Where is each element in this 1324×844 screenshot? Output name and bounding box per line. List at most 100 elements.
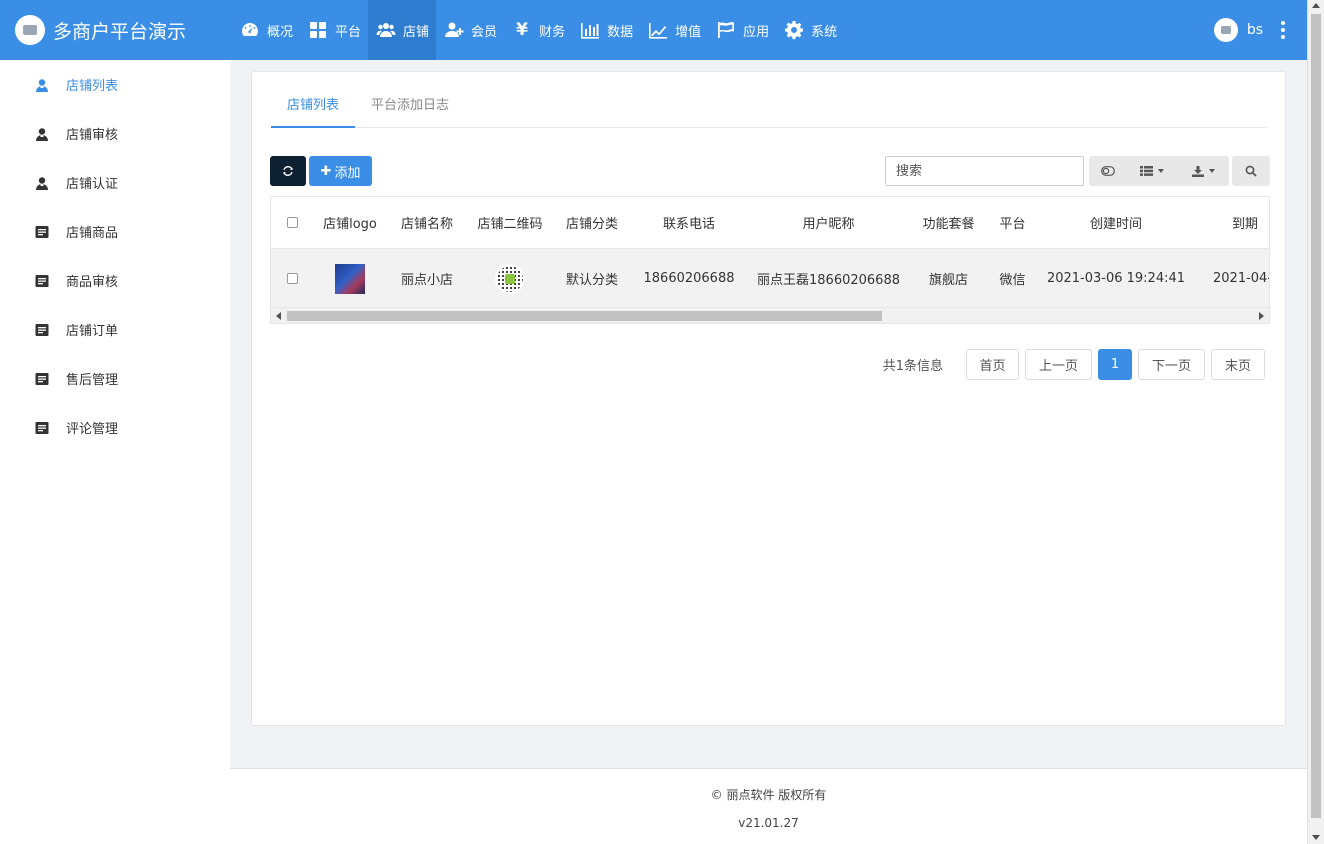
table-row[interactable]: 丽点小店 默认分类 18660206688 丽点王磊18660206688 旗舰… <box>271 249 1269 308</box>
nickname-cell: 丽点王磊18660206688 <box>757 273 900 288</box>
table-tools-group <box>1089 156 1229 186</box>
user-name[interactable]: bs <box>1247 22 1263 38</box>
user-icon <box>35 176 49 190</box>
phone-cell: 18660206688 <box>643 271 735 286</box>
column-header[interactable]: 店铺二维码 <box>467 197 553 248</box>
top-navbar: 多商户平台演示 概况 平台 店铺 会员 ¥ 财务 数据 增值 应用 系统 bs <box>0 0 1307 60</box>
nav-label: 应用 <box>743 24 770 40</box>
column-header[interactable]: 联系电话 <box>631 197 747 248</box>
nav-label: 增值 <box>675 24 702 40</box>
brand[interactable]: 多商户平台演示 <box>0 0 230 60</box>
prev-page-button[interactable]: 上一页 <box>1025 349 1092 380</box>
sidebar-item-after-sales[interactable]: 售后管理 <box>0 354 230 403</box>
column-header[interactable]: 创建时间 <box>1038 197 1194 248</box>
table-toolbar: ✚ 添加 <box>270 156 1270 186</box>
list-doc-icon <box>35 323 49 337</box>
scrollbar-thumb[interactable] <box>287 311 882 321</box>
scroll-down-icon[interactable] <box>1312 835 1320 840</box>
list-doc-icon <box>35 225 49 239</box>
shop-qrcode-cell <box>467 249 553 308</box>
brand-title: 多商户平台演示 <box>53 20 187 43</box>
sidebar-item-label: 店铺审核 <box>66 128 119 143</box>
nav-label: 财务 <box>539 24 566 40</box>
sidebar: 店铺列表 店铺审核 店铺认证 店铺商品 商品审核 店铺订单 售后管理 评论管理 <box>0 60 230 844</box>
brand-logo <box>15 15 45 45</box>
nav-item-overview[interactable]: 概况 <box>232 0 300 60</box>
line-chart-icon <box>648 20 668 40</box>
scrollbar-thumb[interactable] <box>1311 14 1321 818</box>
horizontal-scrollbar[interactable] <box>271 307 1269 323</box>
sidebar-item-shop-orders[interactable]: 店铺订单 <box>0 305 230 354</box>
sidebar-item-label: 售后管理 <box>66 373 119 388</box>
export-dropdown-button[interactable] <box>1177 156 1229 186</box>
nav-item-apps[interactable]: 应用 <box>708 0 776 60</box>
column-header[interactable]: 店铺logo <box>313 197 387 248</box>
add-button[interactable]: ✚ 添加 <box>309 156 372 186</box>
scroll-right-icon[interactable] <box>1259 312 1264 320</box>
select-all-checkbox[interactable] <box>286 217 298 228</box>
nav-label: 平台 <box>335 24 362 40</box>
toggle-icon <box>1101 166 1115 176</box>
plus-icon: ✚ <box>320 163 332 179</box>
user-menu[interactable]: bs <box>1213 0 1285 60</box>
sidebar-item-shop-goods[interactable]: 店铺商品 <box>0 207 230 256</box>
nav-item-finance[interactable]: ¥ 财务 <box>504 0 572 60</box>
column-header[interactable]: 平台 <box>987 197 1038 248</box>
list-icon <box>1140 166 1153 176</box>
column-header[interactable]: 店铺名称 <box>387 197 467 248</box>
columns-dropdown-button[interactable] <box>1127 156 1177 186</box>
first-page-button[interactable]: 首页 <box>966 349 1019 380</box>
sidebar-item-label: 商品审核 <box>66 275 119 290</box>
nav-item-data[interactable]: 数据 <box>572 0 640 60</box>
column-header[interactable]: 功能套餐 <box>910 197 987 248</box>
total-count: 共1条信息 <box>882 359 943 374</box>
nav-label: 会员 <box>471 24 498 40</box>
main-nav: 概况 平台 店铺 会员 ¥ 财务 数据 增值 应用 系统 <box>232 0 844 60</box>
column-header[interactable]: 店铺分类 <box>553 197 631 248</box>
sidebar-item-shop-review[interactable]: 店铺审核 <box>0 109 230 158</box>
column-header[interactable]: 到期 <box>1194 197 1269 248</box>
package-cell: 旗舰店 <box>928 273 968 288</box>
vertical-scrollbar[interactable] <box>1307 0 1324 844</box>
nav-item-shop[interactable]: 店铺 <box>368 0 437 60</box>
qrcode-image[interactable] <box>495 263 525 294</box>
scroll-left-icon[interactable] <box>276 312 281 320</box>
nav-item-platform[interactable]: 平台 <box>300 0 368 60</box>
scroll-up-icon[interactable] <box>1312 3 1320 8</box>
toggle-view-button[interactable] <box>1089 156 1127 186</box>
grid-icon <box>308 20 328 40</box>
shop-logo-image[interactable] <box>335 263 365 294</box>
search-button[interactable] <box>1232 156 1270 186</box>
user-icon <box>35 127 49 141</box>
tab-shop-list[interactable]: 店铺列表 <box>271 88 356 128</box>
column-header[interactable]: 用户昵称 <box>747 197 910 248</box>
tab-platform-add-log[interactable]: 平台添加日志 <box>355 88 465 128</box>
sidebar-item-reviews[interactable]: 评论管理 <box>0 403 230 452</box>
last-page-button[interactable]: 末页 <box>1211 349 1265 380</box>
chevron-down-icon <box>1208 169 1215 173</box>
sidebar-item-label: 店铺列表 <box>66 79 119 94</box>
shop-table: 店铺logo 店铺名称 店铺二维码 店铺分类 联系电话 用户昵称 功能套餐 平台… <box>270 196 1270 324</box>
search-input[interactable] <box>885 156 1084 186</box>
sidebar-item-shop-certify[interactable]: 店铺认证 <box>0 158 230 207</box>
add-user-icon <box>444 20 464 40</box>
refresh-button[interactable] <box>270 156 306 186</box>
row-checkbox[interactable] <box>286 273 298 284</box>
row-checkbox-cell <box>271 249 313 308</box>
refresh-icon <box>283 166 293 176</box>
sidebar-item-shop-list[interactable]: 店铺列表 <box>0 60 230 109</box>
current-page-button[interactable]: 1 <box>1098 349 1132 380</box>
more-vertical-icon[interactable] <box>1281 21 1285 39</box>
nav-item-value-added[interactable]: 增值 <box>640 0 708 60</box>
yen-icon: ¥ <box>516 20 528 40</box>
footer: © 丽点软件 版权所有 v21.01.27 <box>230 768 1307 844</box>
nav-item-system[interactable]: 系统 <box>776 0 844 60</box>
sidebar-item-label: 店铺认证 <box>66 177 119 192</box>
sidebar-item-goods-review[interactable]: 商品审核 <box>0 256 230 305</box>
next-page-button[interactable]: 下一页 <box>1138 349 1205 380</box>
nav-item-member[interactable]: 会员 <box>436 0 504 60</box>
search-icon <box>1245 165 1257 177</box>
created-time-cell: 2021-03-06 19:24:41 <box>1046 271 1186 286</box>
shop-name-cell: 丽点小店 <box>400 273 453 288</box>
avatar[interactable] <box>1213 18 1238 42</box>
